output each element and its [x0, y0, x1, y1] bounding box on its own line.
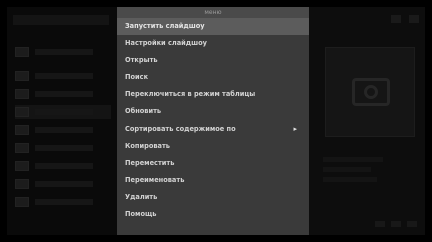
image-file-icon — [15, 197, 29, 207]
file-list-item[interactable] — [15, 123, 111, 137]
menu-item-label: Переместить — [125, 158, 175, 167]
menu-item-start-slideshow[interactable]: Запустить слайдшоу — [117, 18, 309, 36]
photo-preview — [325, 47, 415, 137]
menu-item-label: Поиск — [125, 73, 149, 82]
file-list-item[interactable] — [15, 87, 111, 101]
tv-screen: меню Запустить слайдшоу Настройки слайдш… — [7, 7, 425, 235]
file-list-header — [13, 15, 109, 25]
file-list-item[interactable] — [15, 177, 111, 191]
file-info-line — [323, 157, 383, 162]
menu-item-label: Копировать — [125, 141, 170, 150]
bottom-hint-icons — [375, 221, 417, 227]
folder-icon — [15, 47, 29, 57]
menu-item-label: Настройки слайдшоу — [125, 39, 207, 48]
image-file-icon — [15, 107, 29, 117]
menu-item-label: Помощь — [125, 210, 157, 219]
menu-item-copy[interactable]: Копировать — [117, 138, 309, 155]
image-file-icon — [15, 179, 29, 189]
context-menu: меню Запустить слайдшоу Настройки слайдш… — [117, 7, 309, 235]
file-list-item[interactable] — [15, 159, 111, 173]
menu-item-open[interactable]: Открыть — [117, 52, 309, 69]
menu-item-label: Сортировать содержимое по — [125, 124, 236, 133]
file-info-line — [323, 177, 377, 182]
top-status-icons — [391, 15, 419, 23]
image-file-icon — [15, 89, 29, 99]
preview-panel — [309, 7, 425, 235]
file-info-line — [323, 167, 371, 172]
menu-item-refresh[interactable]: Обновить — [117, 103, 309, 120]
image-file-icon — [15, 161, 29, 171]
menu-title: меню — [117, 7, 309, 18]
camera-lens-icon — [364, 85, 378, 99]
file-list-item[interactable] — [15, 195, 111, 209]
menu-item-delete[interactable]: Удалить — [117, 189, 309, 206]
menu-item-help[interactable]: Помощь — [117, 206, 309, 223]
file-list-item[interactable] — [15, 105, 111, 119]
image-file-icon — [15, 143, 29, 153]
menu-item-sort-by[interactable]: Сортировать содержимое по ▸ — [117, 121, 309, 138]
menu-item-label: Запустить слайдшоу — [125, 22, 205, 30]
menu-item-search[interactable]: Поиск — [117, 69, 309, 86]
file-list-item[interactable] — [15, 45, 111, 59]
menu-item-label: Удалить — [125, 192, 158, 201]
image-file-icon — [15, 71, 29, 81]
file-list-item[interactable] — [15, 69, 111, 83]
menu-item-label: Переключиться в режим таблицы — [125, 90, 256, 99]
menu-item-label: Открыть — [125, 56, 158, 65]
menu-item-rename[interactable]: Переименовать — [117, 172, 309, 189]
file-list-item[interactable] — [15, 141, 111, 155]
menu-item-slideshow-settings[interactable]: Настройки слайдшоу — [117, 35, 309, 52]
menu-item-label: Переименовать — [125, 175, 185, 184]
menu-item-move[interactable]: Переместить — [117, 155, 309, 172]
image-file-icon — [15, 125, 29, 135]
file-list-panel — [7, 7, 117, 235]
menu-item-table-view[interactable]: Переключиться в режим таблицы — [117, 86, 309, 103]
menu-item-label: Обновить — [125, 107, 162, 116]
chevron-right-icon: ▸ — [293, 124, 297, 133]
